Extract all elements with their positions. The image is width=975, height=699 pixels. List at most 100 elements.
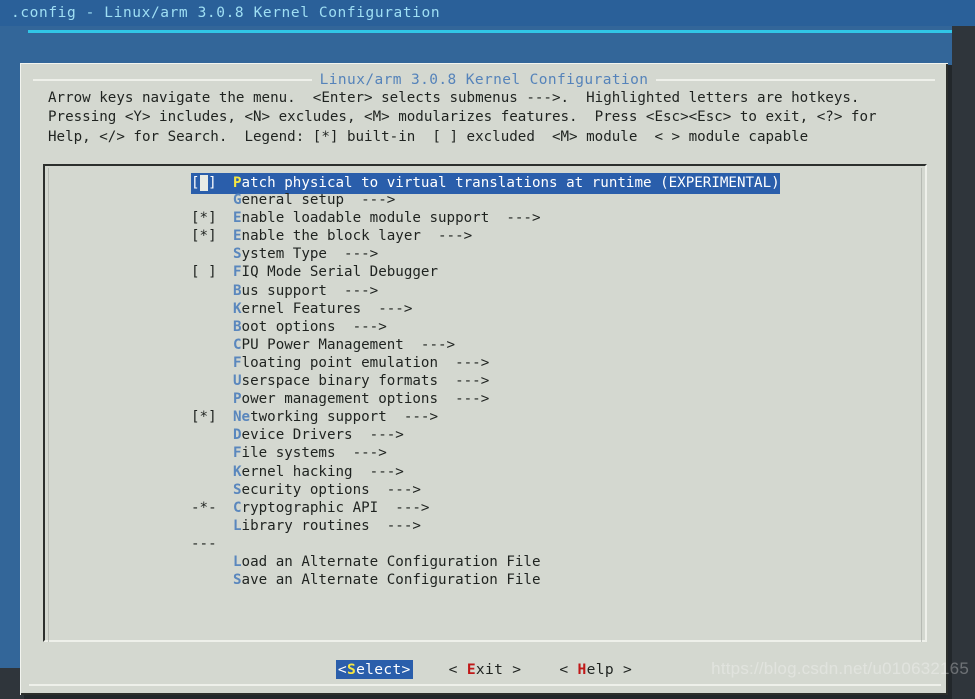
menu-item-mark[interactable]	[191, 318, 233, 336]
submenu-arrow-icon: --->	[352, 463, 404, 480]
menu-item-mark[interactable]	[191, 282, 233, 300]
menu-item[interactable]: [*] Networking support --->	[45, 408, 929, 426]
menu-item[interactable]: Power management options --->	[45, 390, 929, 408]
menu-separator-glyph: ---	[191, 535, 217, 552]
menu-item[interactable]: Bus support --->	[45, 282, 929, 300]
menu-item-mark[interactable]	[191, 444, 233, 462]
menu-item-hotkey: L	[233, 517, 242, 534]
menu-item[interactable]: Kernel Features --->	[45, 300, 929, 318]
menu-item-hotkey: E	[233, 210, 242, 227]
menu-item[interactable]: Library routines --->	[45, 517, 929, 535]
menu-item-hotkey: S	[233, 246, 242, 263]
menu-item-content: Save an Alternate Configuration File	[191, 572, 541, 588]
menu-item-mark[interactable]	[191, 481, 233, 499]
menu-item-content: System Type --->	[191, 246, 378, 262]
button-hotkey: S	[347, 660, 357, 678]
menu-item-label: oad an Alternate Configuration File	[241, 553, 541, 570]
menu-item-mark[interactable]	[191, 463, 233, 481]
dialog-border-right	[946, 64, 948, 695]
menu-item-label: evice Drivers	[241, 427, 353, 444]
menu-item-label: serspace binary formats	[241, 373, 439, 390]
menu-item-label: oot options	[241, 318, 336, 335]
menu-item[interactable]: File systems --->	[45, 444, 929, 462]
menu-item-mark[interactable]	[191, 553, 233, 571]
menu-item-mark[interactable]	[191, 191, 233, 209]
title-rule-right	[656, 79, 936, 81]
menu-item-label: ibrary routines	[241, 517, 370, 534]
menu-item-hotkey: P	[233, 175, 242, 191]
menu-item[interactable]: Device Drivers --->	[45, 426, 929, 444]
dialog-button-bar: <Select> < Exit > < Help >	[21, 656, 949, 682]
menu-item-content: Power management options --->	[191, 391, 489, 407]
menu-item-hotkey: F	[233, 264, 242, 281]
terminal-cursor	[199, 175, 209, 191]
menu-item-label: PU Power Management	[241, 336, 404, 353]
dialog-bottom-rule	[29, 684, 941, 686]
menu-item-label: ernel hacking	[241, 463, 353, 480]
menu-item-label: tworking support	[250, 409, 387, 426]
menu-separator: ---	[45, 535, 929, 553]
menu-box-inner: [ ] Patch physical to virtual translatio…	[45, 166, 925, 642]
menu-item[interactable]: Security options --->	[45, 481, 929, 499]
menu-item-content: Kernel Features --->	[191, 301, 412, 317]
menu-item[interactable]: Floating point emulation --->	[45, 354, 929, 372]
submenu-arrow-icon: --->	[369, 517, 421, 534]
menu-item-hotkey: G	[233, 192, 242, 209]
menu-item[interactable]: CPU Power Management --->	[45, 336, 929, 354]
menu-item[interactable]: System Type --->	[45, 245, 929, 263]
menu-item-mark[interactable]	[191, 426, 233, 444]
button-close-bracket: >	[503, 660, 522, 678]
title-rule-left	[33, 79, 312, 81]
menu-item-mark[interactable]: [*]	[191, 227, 233, 245]
menu-item-mark[interactable]: [*]	[191, 209, 233, 227]
menu-item[interactable]: Kernel hacking --->	[45, 463, 929, 481]
menu-item[interactable]: -*- Cryptographic API --->	[45, 499, 929, 517]
menu-item-label: us support	[241, 282, 327, 299]
menu-item-label: ower management options	[241, 391, 439, 408]
menu-item-hotkey: E	[233, 228, 242, 245]
menu-item[interactable]: General setup --->	[45, 191, 929, 209]
help-line: Help, </> for Search. Legend: [*] built-…	[48, 128, 809, 145]
submenu-arrow-icon: --->	[403, 336, 456, 353]
menu-item-content: Userspace binary formats --->	[191, 373, 489, 389]
menu-item-content: Boot options --->	[191, 319, 387, 335]
submenu-arrow-icon: --->	[438, 354, 490, 371]
menu-item[interactable]: Load an Alternate Configuration File	[45, 553, 929, 571]
submenu-arrow-icon: --->	[378, 499, 430, 516]
menu-item-mark[interactable]	[191, 300, 233, 318]
menu-item-mark[interactable]	[191, 390, 233, 408]
menu-item-content: [*] Enable loadable module support --->	[191, 210, 541, 226]
help-legend-text: Arrow keys navigate the menu. <Enter> se…	[48, 89, 928, 147]
desktop-accent-rule	[28, 30, 952, 33]
menu-item-mark[interactable]	[191, 336, 233, 354]
menu-item-mark[interactable]: [*]	[191, 408, 233, 426]
menu-item[interactable]: [ ] FIQ Mode Serial Debugger	[45, 263, 929, 281]
menu-item-content: [ ] FIQ Mode Serial Debugger	[191, 264, 438, 280]
menu-item[interactable]: Boot options --->	[45, 318, 929, 336]
config-dialog: Linux/arm 3.0.8 Kernel Configuration Arr…	[20, 63, 948, 695]
menu-item-content: [*] Enable the block layer --->	[191, 228, 472, 244]
exit-button[interactable]: < Exit >	[447, 660, 524, 679]
menu-item-mark[interactable]: -*-	[191, 499, 233, 517]
menu-item-hotkey: F	[233, 354, 242, 371]
menu-item[interactable]: Userspace binary formats --->	[45, 372, 929, 390]
select-button[interactable]: <Select>	[335, 659, 413, 679]
submenu-arrow-icon: --->	[420, 228, 473, 245]
menu-item-content: Kernel hacking --->	[191, 464, 404, 480]
menu-item-mark[interactable]	[191, 354, 233, 372]
menu-item-label: ile systems	[241, 445, 336, 462]
menu-item-mark[interactable]	[191, 517, 233, 535]
menu-item[interactable]: [*] Enable loadable module support --->	[45, 209, 929, 227]
menu-item-hotkey: P	[233, 391, 242, 408]
menu-scroll-box[interactable]: [ ] Patch physical to virtual translatio…	[43, 164, 927, 642]
menu-item[interactable]: Save an Alternate Configuration File	[45, 571, 929, 589]
menu-item-mark[interactable]	[191, 571, 233, 589]
menu-item[interactable]: [ ] Patch physical to virtual translatio…	[45, 173, 929, 195]
menu-item-mark[interactable]: [ ]	[191, 263, 233, 281]
menu-item-mark[interactable]: [ ]	[191, 174, 233, 192]
menu-item[interactable]: [*] Enable the block layer --->	[45, 227, 929, 245]
menu-item-content: Device Drivers --->	[191, 427, 404, 443]
menu-item-mark[interactable]	[191, 372, 233, 390]
menu-item-mark[interactable]	[191, 245, 233, 263]
help-button[interactable]: < Help >	[557, 660, 634, 679]
